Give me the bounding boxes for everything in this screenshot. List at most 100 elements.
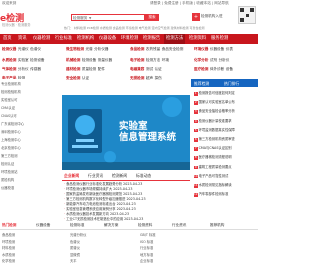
ranking-item[interactable]: 3 食品安全抽检合格率分析 <box>194 108 235 114</box>
category-head[interactable]: 医疗检测 <box>194 67 208 71</box>
nav-item-equipment[interactable]: 仪器设备 <box>99 34 116 44</box>
category-link[interactable]: 光谱仪 <box>18 47 29 51</box>
left-panel-link[interactable]: 北京检测中心 <box>1 145 21 150</box>
ranking-item[interactable]: 4 检测仪器计量校准要求 <box>194 118 232 124</box>
bottom-link[interactable]: 环境检测 <box>2 239 15 244</box>
category-link[interactable]: 分析仪 <box>18 67 29 71</box>
bottom-link[interactable]: 色谱仪 <box>70 239 80 244</box>
left-panel-link[interactable]: 深圳检测中心 <box>1 129 21 134</box>
category-link[interactable]: 传感器 <box>30 67 41 71</box>
left-panel-link[interactable]: CNAS认可 <box>1 113 17 118</box>
nav-item-services[interactable]: 服务检测 <box>211 34 228 44</box>
bottom-link[interactable]: 显微镜 <box>70 252 80 257</box>
category-link[interactable]: 分析仪 <box>219 58 230 62</box>
bottom-link[interactable]: GB/T 标准 <box>140 232 156 237</box>
left-panel-link[interactable]: 上海检测中心 <box>1 137 21 142</box>
bottom-tab[interactable]: 检测标准 <box>70 223 84 228</box>
bottom-tab[interactable]: 检测资料 <box>138 223 152 228</box>
search-button[interactable]: 搜索 <box>145 14 159 21</box>
tab-company-news[interactable]: 企业新闻 <box>64 173 79 179</box>
category-head[interactable]: 建材检测 <box>66 67 80 71</box>
category-head[interactable]: 水质检测 <box>2 58 16 62</box>
bottom-tab[interactable]: 行业资讯 <box>172 223 186 228</box>
category-link[interactable]: 检测设备 <box>82 58 96 62</box>
nav-item-home[interactable]: 首页 <box>3 34 12 44</box>
bottom-link[interactable]: 化学检测 <box>2 258 15 263</box>
category-link[interactable]: 仪器设备 <box>210 47 224 51</box>
category-head[interactable]: 无损检测 <box>130 76 144 80</box>
bottom-tab[interactable]: 解决方案 <box>104 223 118 228</box>
tab-industry-news[interactable]: 行业资讯 <box>88 173 103 179</box>
tab-standards-news[interactable]: 标准动态 <box>136 173 151 179</box>
left-panel-link[interactable]: 广东省检测中心 <box>1 121 24 126</box>
category-link[interactable]: 试剂 <box>210 58 217 62</box>
bottom-link[interactable]: 质谱仪 <box>70 245 80 250</box>
ranking-item[interactable]: 6 第三方检测机构资质审查 <box>194 136 235 142</box>
category-link[interactable]: 设备 <box>226 67 233 71</box>
bottom-tab[interactable]: 仪器设备 <box>36 223 50 228</box>
register-icon[interactable]: + <box>192 13 200 21</box>
bottom-link[interactable]: 光谱分析仪 <box>70 232 86 237</box>
bottom-link[interactable]: 行业标准 <box>140 245 153 250</box>
category-head[interactable]: 机械检测 <box>66 58 80 62</box>
ranking-item[interactable]: 12汽车零部件检测标准 <box>194 191 228 197</box>
category-head[interactable]: 化学分析 <box>194 58 208 62</box>
top-links[interactable]: 请登录 | 免费注册 | 手机版 | 收藏本站 | 网站导航 <box>150 1 229 6</box>
ranking-item[interactable]: 2 国家认可实验室名单公布 <box>194 99 235 105</box>
left-panel-link[interactable]: CMA认证 <box>1 105 15 110</box>
nav-item-agencies[interactable]: 检测机构 <box>77 34 94 44</box>
ranking-item[interactable]: 9 建筑工程质量检测要点 <box>194 164 232 170</box>
left-panel-link[interactable]: 检测认证 <box>1 161 14 166</box>
category-link[interactable]: 体外诊断 <box>210 67 224 71</box>
left-panel-link[interactable]: 质检机构 <box>1 177 14 182</box>
bottom-link[interactable]: 地方标准 <box>140 252 153 257</box>
category-link[interactable]: 认证 <box>155 67 162 71</box>
hero-banner[interactable]: 实验室 信息管理系统 <box>62 95 190 170</box>
nav-item-instruments[interactable]: 仪器检测 <box>33 34 50 44</box>
ranking-item[interactable]: 10电子产品可靠性测试 <box>194 173 228 179</box>
category-link[interactable]: 食品安全检测 <box>162 47 184 51</box>
left-panel-link[interactable]: 环境检测站 <box>1 169 17 174</box>
bottom-link[interactable]: 企业标准 <box>140 258 153 263</box>
category-link[interactable]: 超声 <box>146 76 153 80</box>
nav-item-news[interactable]: 资讯 <box>18 34 27 44</box>
category-link[interactable]: 色谱仪 <box>30 47 41 51</box>
bottom-link[interactable]: ISO 标准 <box>140 239 153 244</box>
category-head[interactable]: 电磁兼容 <box>130 67 144 71</box>
category-link[interactable]: 检测设备 <box>30 58 44 62</box>
category-link[interactable]: 测试 <box>146 67 153 71</box>
search-input[interactable]: 检测服务 ▼ <box>71 14 145 21</box>
tab-hot-ranking[interactable]: 热门排行 <box>224 81 239 87</box>
tab-testing-news[interactable]: 检测新闻 <box>112 173 127 179</box>
category-link[interactable]: 仪表 <box>226 47 233 51</box>
category-head[interactable]: 食品检测 <box>130 47 144 51</box>
category-link[interactable]: 探伤 <box>155 76 162 80</box>
left-panel-link[interactable]: 检测检验机构 <box>1 89 21 94</box>
ranking-item[interactable]: 7 CMA与CNAS认证区别 <box>194 145 232 151</box>
ranking-item[interactable]: 8 医疗器械检测流程说明 <box>194 154 232 160</box>
bottom-link[interactable]: 天平 <box>70 258 77 263</box>
category-link[interactable]: 实验室 <box>18 58 29 62</box>
category-head[interactable]: 微生物检测 <box>66 47 84 51</box>
category-link[interactable]: 检测方法 <box>146 58 160 62</box>
left-panel-link[interactable]: 实验室认可 <box>1 97 17 102</box>
hot-keywords[interactable]: 热门： 材料检测 PCB检测 水质检测 食品检测 环境检测 电气检测 室内空气检… <box>64 26 205 30</box>
left-panel-link[interactable]: 专业检测机构 <box>1 81 21 86</box>
category-link[interactable]: 分析仪器 <box>94 47 108 51</box>
nav-item-standards[interactable]: 行业标准 <box>55 34 72 44</box>
left-panel-link[interactable]: 仪器校准 <box>1 185 14 190</box>
nav-item-materials[interactable]: 检测资料 <box>189 34 206 44</box>
category-link[interactable]: 环境 <box>162 58 169 62</box>
nav-item-environment[interactable]: 环境检测 <box>121 34 138 44</box>
tab-recommended[interactable]: 推荐检测 <box>194 81 209 87</box>
category-head[interactable]: 气体检测 <box>2 67 16 71</box>
nav-item-reports[interactable]: 检测报告 <box>143 34 160 44</box>
category-head[interactable]: 电子检测 <box>130 58 144 62</box>
nav-item-methods[interactable]: 检测方法 <box>164 34 186 44</box>
category-link[interactable]: 光谱 <box>85 47 92 51</box>
category-link[interactable]: 配件 <box>98 67 105 71</box>
ranking-item[interactable]: 5 环境监测数据真实性保障 <box>194 127 235 133</box>
bottom-tab[interactable]: 推荐机构 <box>210 223 224 228</box>
bottom-link[interactable]: 水质检测 <box>2 252 15 257</box>
bottom-link[interactable]: 食品检测 <box>2 232 15 237</box>
